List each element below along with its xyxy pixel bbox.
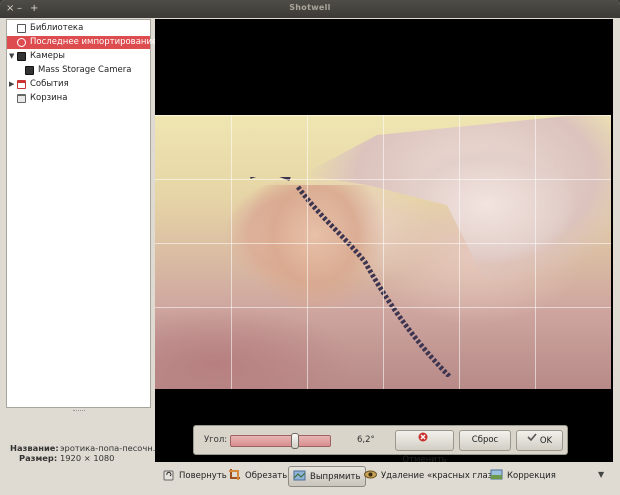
adjust-icon	[490, 468, 503, 481]
sidebar-item-label: Камеры	[30, 51, 65, 61]
grid-line-horizontal	[155, 179, 611, 180]
reset-button-label: Сброс	[471, 435, 499, 445]
window-title: Shotwell	[289, 3, 331, 12]
toolbar-overflow-arrow-icon[interactable]: ▼	[598, 470, 604, 479]
eye-icon	[364, 468, 377, 481]
adjust-button[interactable]: Коррекция	[486, 466, 560, 487]
expanded-arrow-icon[interactable]: ▼	[9, 50, 14, 63]
sidebar-item-label: События	[30, 79, 69, 89]
sidebar-item-label: Последнее импортирование	[30, 37, 158, 47]
redeye-button[interactable]: Удаление «красных глаз»	[360, 466, 501, 487]
cancel-button[interactable]: Отменить	[395, 430, 454, 465]
sidebar-item-events[interactable]: ▶ События	[7, 78, 150, 91]
grid-line-vertical	[307, 115, 308, 389]
sidebar-item-label: Mass Storage Camera	[38, 65, 132, 75]
edit-toolbar: Повернуть Обрезать Выпрямить Удаление «к…	[155, 464, 615, 489]
angle-label: Угол:	[204, 435, 228, 445]
adjust-button-label: Коррекция	[507, 471, 556, 481]
reset-button[interactable]: Сброс	[459, 430, 511, 451]
photo-dress-hem	[250, 177, 452, 377]
straighten-panel: Угол: 6,2° Отменить Сброс OK	[193, 425, 568, 465]
angle-slider[interactable]	[230, 433, 331, 449]
checkmark-icon	[527, 431, 537, 450]
grid-line-horizontal	[155, 243, 611, 244]
grid-line-horizontal	[155, 307, 611, 308]
photo-properties: Название: эротика-попа-песочн... Размер:…	[6, 414, 161, 468]
photo-image	[155, 115, 611, 389]
collapsed-arrow-icon[interactable]: ▶	[9, 78, 14, 91]
straighten-button[interactable]: Выпрямить	[288, 466, 366, 487]
recent-import-icon	[17, 38, 26, 47]
property-size-value: 1920 × 1080	[60, 453, 115, 463]
ok-button-label: OK	[539, 436, 553, 446]
grid-line-vertical	[459, 115, 460, 389]
cancel-icon	[418, 431, 428, 450]
sidebar-item-label: Библиотека	[30, 23, 84, 33]
ok-button[interactable]: OK	[516, 430, 563, 451]
events-icon	[17, 80, 26, 89]
redeye-button-label: Удаление «красных глаз»	[381, 471, 498, 481]
grid-line-horizontal	[155, 115, 611, 116]
angle-value: 6,2°	[357, 435, 375, 445]
rotate-button[interactable]: Повернуть	[158, 466, 231, 487]
library-icon	[17, 24, 26, 33]
camera-icon	[25, 66, 34, 75]
rotate-button-label: Повернуть	[179, 471, 227, 481]
property-size-label: Размер:	[19, 453, 58, 463]
photo-viewer[interactable]	[155, 19, 613, 462]
straighten-icon	[293, 469, 306, 482]
shotwell-window: × – + Shotwell Библиотека Последнее импо…	[0, 0, 620, 495]
sidebar-item-cameras[interactable]: ▼ Камеры	[7, 50, 150, 63]
grid-line-vertical	[231, 115, 232, 389]
straighten-button-label: Выпрямить	[310, 472, 361, 482]
cameras-icon	[17, 52, 26, 61]
rotate-icon	[162, 468, 175, 481]
crop-button[interactable]: Обрезать	[224, 466, 291, 487]
sidebar-item-trash[interactable]: Корзина	[7, 92, 150, 105]
title-bar: × – + Shotwell	[0, 0, 620, 18]
sidebar: Библиотека Последнее импортирование ▼ Ка…	[6, 19, 157, 408]
sidebar-item-label: Корзина	[30, 93, 68, 103]
angle-slider-handle[interactable]	[291, 433, 299, 449]
trash-icon	[17, 94, 26, 103]
sidebar-item-library[interactable]: Библиотека	[7, 22, 150, 35]
sidebar-item-mass-storage-camera[interactable]: Mass Storage Camera	[7, 64, 150, 77]
crop-button-label: Обрезать	[245, 471, 288, 481]
sidebar-item-recent-import[interactable]: Последнее импортирование	[7, 36, 157, 49]
crop-icon	[228, 468, 241, 481]
grid-line-vertical	[383, 115, 384, 389]
grid-line-vertical	[535, 115, 536, 389]
